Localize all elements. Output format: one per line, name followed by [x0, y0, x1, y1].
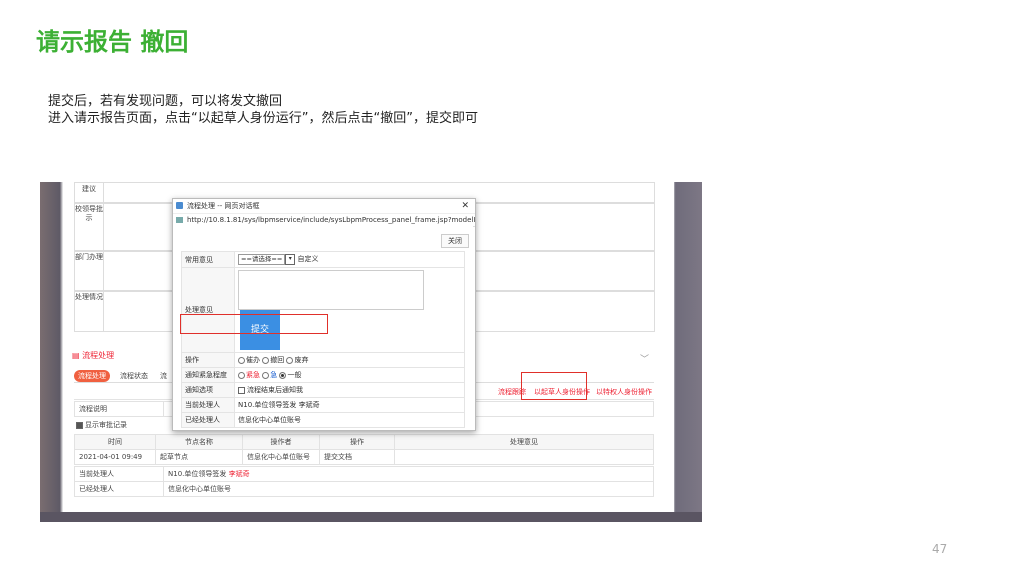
dialog-past-value: 信息化中心单位账号	[234, 412, 465, 428]
dialog-window-icon	[176, 202, 183, 209]
record-header-time: 时间	[74, 434, 156, 450]
record-header-row: 时间 节点名称 操作者 操作 处理意见	[74, 434, 654, 450]
record-header-node: 节点名称	[155, 434, 243, 450]
close-icon[interactable]: ✕	[461, 199, 469, 213]
chevron-down-icon[interactable]: ﹀	[640, 352, 649, 365]
dialog-url: http://10.8.1.81/sys/lbpmservice/include…	[187, 216, 475, 224]
chevron-down-icon[interactable]: ▾	[285, 254, 296, 265]
record-header-opinion: 处理意见	[394, 434, 654, 450]
privileged-op-link[interactable]: 以特权人身份操作	[596, 387, 652, 397]
radio-urgent[interactable]	[238, 371, 245, 379]
dialog-form: 常用意见 ==请选择== ▾ 自定义 处理意见 提交 操作 催办 撤回 废弃 通…	[181, 251, 465, 428]
flow-section-title: ▤ 流程处理	[72, 351, 115, 360]
show-record-option[interactable]: 显示审批记录	[76, 420, 127, 430]
table-row: 2021-04-01 09:49 起草节点 信息化中心单位账号 提交文档	[74, 449, 654, 465]
op-abandon-label: 废弃	[294, 356, 309, 364]
custom-opinion-label[interactable]: 自定义	[298, 255, 319, 263]
dialog-titlebar: 流程处理 -- 网页对话框 ✕	[173, 199, 475, 214]
show-record-checkbox[interactable]	[76, 421, 83, 429]
highlight-drafter-op	[521, 372, 587, 400]
page-number: 47	[932, 542, 948, 556]
urgency-urgent-label: 紧急	[246, 371, 260, 379]
tab-flow-handle[interactable]: 流程处理	[74, 370, 110, 382]
urgency-label: 通知紧急程度	[181, 367, 235, 383]
radio-abandon[interactable]	[286, 356, 294, 364]
radio-withdraw[interactable]	[262, 356, 270, 364]
tab-flow-other[interactable]: 流	[156, 370, 171, 382]
record-table: 时间 节点名称 操作者 操作 处理意见 2021-04-01 09:49 起草节…	[74, 434, 654, 465]
record-time: 2021-04-01 09:49	[74, 449, 156, 465]
row-label-chuli: 处理情况	[74, 290, 104, 332]
common-opinion-label: 常用意见	[181, 251, 235, 268]
op-urge-label: 催办	[246, 356, 260, 364]
close-button[interactable]: 关闭	[441, 234, 469, 248]
dialog-current-label: 当前处理人	[181, 397, 235, 413]
row-label-jianyi: 建议	[74, 182, 104, 204]
past-handler-value: 信息化中心单位账号	[163, 481, 654, 497]
record-action: 提交文档	[319, 449, 395, 465]
current-handler-person: 李斌奇	[228, 470, 250, 478]
urgency-hurry-label: 急	[270, 371, 278, 379]
tab-flow-status[interactable]: 流程状态	[116, 370, 152, 382]
flow-desc-label: 流程说明	[74, 401, 164, 417]
screenshot: 建议 校领导批示 部门办理 处理情况 ▤ 流程处理 ﹀ 流程处理 流程状态 流 …	[40, 182, 702, 522]
slide-title: 请示报告 撤回	[36, 28, 189, 56]
record-header-operator: 操作者	[242, 434, 320, 450]
radio-normal[interactable]	[279, 371, 287, 379]
opinion-textarea[interactable]	[238, 270, 424, 310]
record-header-action: 操作	[319, 434, 395, 450]
handler-table: 当前处理人 N10.单位领导签发 李斌奇 已经处理人 信息化中心单位账号	[74, 466, 654, 497]
dialog-title: 流程处理 -- 网页对话框	[187, 202, 260, 210]
opinion-label: 处理意见	[181, 267, 235, 353]
common-opinion-select[interactable]: ==请选择==	[238, 254, 286, 265]
notify-label: 通知选项	[181, 382, 235, 398]
show-record-label: 显示审批记录	[85, 421, 127, 429]
dialog-current-value: N10.单位领导签发 李斌奇	[234, 397, 465, 413]
notify-checkbox[interactable]	[238, 386, 245, 394]
current-handler-node: N10.单位领导签发	[168, 470, 227, 478]
record-node: 起草节点	[155, 449, 243, 465]
instruction-line-2: 进入请示报告页面，点击“以起草人身份运行”，然后点击“撤回”，提交即可	[48, 111, 478, 126]
flow-icon: ▤	[72, 351, 83, 360]
notify-option-label: 流程结束后通知我	[247, 386, 303, 394]
urgency-normal-label: 一般	[287, 371, 302, 379]
row-label-bumen: 部门办理	[74, 250, 104, 292]
record-operator: 信息化中心单位账号	[242, 449, 320, 465]
dialog-past-label: 已经处理人	[181, 412, 235, 428]
row-label-jiaoling: 校领导批示	[74, 202, 104, 252]
page-icon	[176, 217, 183, 223]
current-handler-label: 当前处理人	[74, 466, 164, 482]
record-opinion	[394, 449, 654, 465]
screenshot-bottom-edge	[40, 512, 702, 522]
past-handler-label: 已经处理人	[74, 481, 164, 497]
operation-label: 操作	[181, 352, 235, 368]
highlight-operation-row	[180, 314, 328, 334]
radio-hurry[interactable]	[262, 371, 270, 379]
op-withdraw-label: 撤回	[270, 356, 285, 364]
radio-urge[interactable]	[238, 356, 245, 364]
